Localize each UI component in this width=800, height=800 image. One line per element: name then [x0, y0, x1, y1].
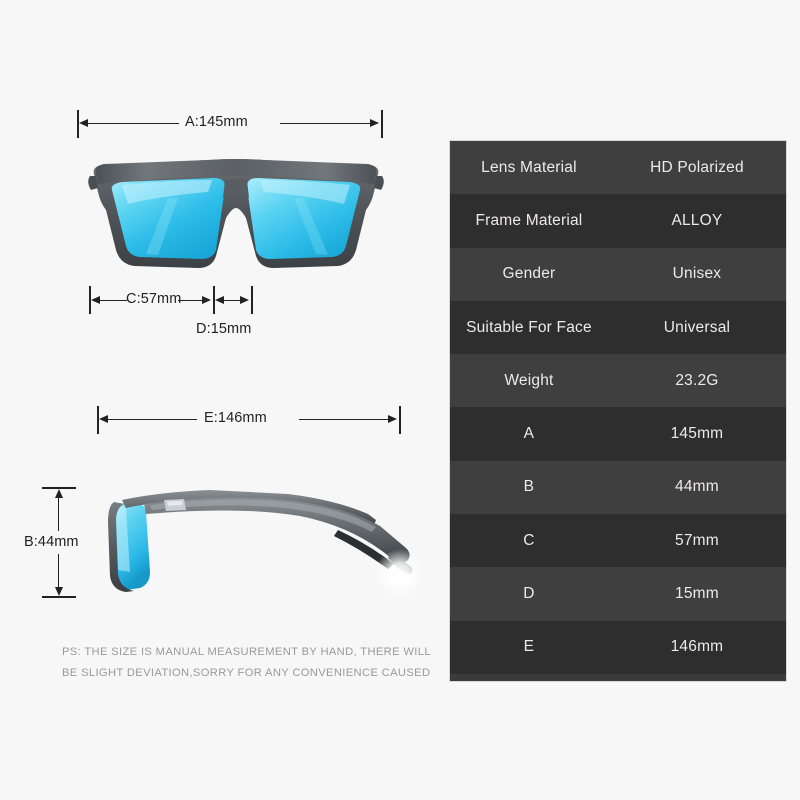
- specification-table: Lens Material HD Polarized Frame Material A…: [449, 140, 787, 682]
- dimension-a-rule-right: [280, 122, 372, 124]
- spec-value: Unisex: [672, 265, 722, 283]
- measurement-disclaimer-line-1: PS: THE SIZE IS MANUAL MEASUREMENT BY HA…: [62, 646, 431, 658]
- dimension-a-tick-right: [381, 110, 383, 138]
- dimension-c-rule-right: [178, 299, 204, 301]
- dimension-a-label: A:145mm: [185, 114, 248, 130]
- dimension-c-arrow-right: [202, 295, 211, 304]
- sunglasses-front-illustration: [88, 159, 384, 268]
- spec-row: C 57mm: [450, 514, 786, 568]
- dimension-a-rule-left: [87, 122, 179, 124]
- dimension-e-rule-left: [107, 418, 197, 420]
- spec-key: E: [523, 638, 535, 656]
- spec-key: Lens Material: [481, 158, 577, 176]
- spec-key: Frame Material: [475, 211, 583, 229]
- measurement-disclaimer: PS: THE SIZE IS MANUAL MEASUREMENT BY HA…: [62, 642, 431, 684]
- spec-row: Lens Material HD Polarized: [450, 141, 786, 195]
- dimension-e-label: E:146mm: [204, 410, 267, 426]
- spec-value: 15mm: [675, 585, 719, 603]
- dimension-d-label: D:15mm: [196, 321, 252, 337]
- spec-key: Weight: [504, 371, 554, 389]
- dimension-b-rule-bottom: [58, 554, 60, 588]
- dimension-e-rule-right: [299, 418, 390, 420]
- spec-row: D 15mm: [450, 567, 786, 621]
- spec-row: E 146mm: [450, 620, 786, 674]
- spec-value: 44mm: [675, 478, 719, 496]
- dimension-b-arrow-bottom: [54, 587, 63, 596]
- spec-value: 23.2G: [675, 371, 719, 389]
- spec-key: D: [523, 585, 535, 603]
- spec-row: Frame Material ALLOY: [450, 194, 786, 248]
- dimension-b-tick-bottom: [42, 596, 76, 598]
- spec-value: 57mm: [675, 531, 719, 549]
- sunglasses-side-illustration: [108, 490, 420, 599]
- side-hinge-highlight: [167, 500, 183, 506]
- dimension-b-arrow-top: [54, 489, 63, 498]
- spec-key: B: [523, 478, 535, 496]
- dimension-d-arrow-right: [240, 295, 249, 304]
- product-spec-sheet: A:145mm C:57mm D:15mm E:146mm B:44mm PS:…: [0, 0, 800, 800]
- dimension-e-arrow-left: [99, 414, 108, 423]
- spec-key: C: [523, 531, 535, 549]
- spec-value: ALLOY: [671, 211, 723, 229]
- dimension-a-arrow-left: [79, 118, 88, 127]
- spec-key: Suitable For Face: [466, 318, 592, 336]
- spec-row: Suitable For Face Universal: [450, 300, 786, 355]
- dimension-b-label: B:44mm: [24, 534, 79, 550]
- spec-row: A 145mm: [450, 407, 786, 461]
- dimension-d-tick-right: [251, 286, 253, 314]
- dimension-d-arrow-left: [215, 295, 224, 304]
- dimension-c-rule-left: [99, 299, 127, 301]
- spec-value: 145mm: [670, 425, 724, 443]
- spec-row: Weight 23.2G: [450, 354, 786, 408]
- spec-row: Gender Unisex: [450, 247, 786, 301]
- dimension-b-rule-top: [58, 497, 60, 531]
- measurement-disclaimer-line-2: BE SLIGHT DEVIATION,SORRY FOR ANY CONVEN…: [62, 667, 431, 679]
- spec-row: B 44mm: [450, 460, 786, 515]
- dimension-e-tick-right: [399, 406, 401, 434]
- spec-value: Universal: [663, 318, 731, 336]
- dimension-c-arrow-left: [91, 295, 100, 304]
- dimension-a-arrow-right: [370, 118, 379, 127]
- dimension-c-label: C:57mm: [126, 291, 182, 307]
- spec-key: A: [523, 425, 535, 443]
- dimension-e-arrow-right: [388, 414, 397, 423]
- spec-value: 146mm: [670, 638, 724, 656]
- spec-key: Gender: [502, 265, 556, 283]
- spec-value: HD Polarized: [650, 158, 744, 176]
